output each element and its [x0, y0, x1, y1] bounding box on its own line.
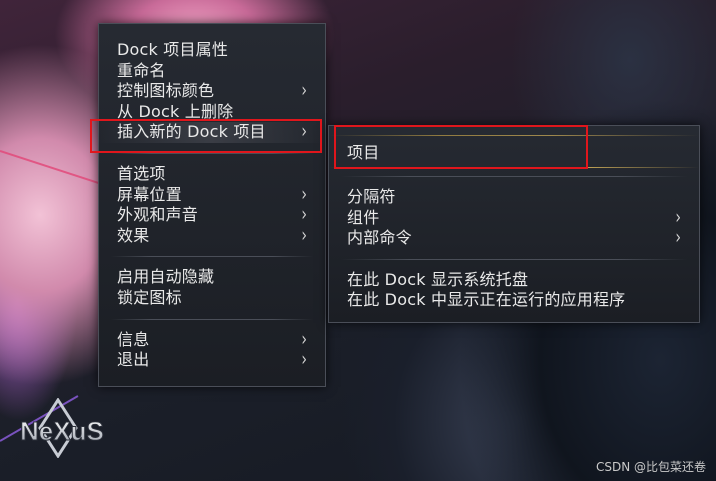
nexus-logo: NeXuS — [20, 398, 104, 458]
submenu-item-4[interactable]: 在此 Dock 显示系统托盘 — [329, 270, 699, 291]
context-menu-item-12[interactable]: 退出 › — [99, 349, 325, 371]
context-menu-item-11[interactable]: 信息 › — [99, 328, 325, 350]
nexus-logo-text: NeXuS — [20, 416, 104, 446]
context-menu-item-5[interactable]: 首选项 — [99, 164, 325, 185]
context-menu-item-label: 信息 — [117, 329, 150, 349]
context-menu-item-label: 效果 — [117, 225, 150, 245]
submenu-item-1[interactable]: 分隔符 — [329, 187, 699, 208]
context-menu-item-label: 从 Dock 上删除 — [117, 101, 234, 121]
context-menu-item-10[interactable]: 锁定图标 — [99, 288, 325, 309]
submenu-item-3[interactable]: 内部命令 › — [329, 227, 699, 249]
submenu-item-label: 组件 — [347, 207, 380, 227]
submenu-item-5[interactable]: 在此 Dock 中显示正在运行的应用程序 — [329, 290, 699, 311]
context-menu-item-label: 外观和声音 — [117, 205, 199, 225]
highlight-annotation-item — [334, 125, 588, 169]
context-menu-item-label: Dock 项目属性 — [117, 40, 229, 59]
menu-separator — [341, 176, 687, 177]
submenu-item-label: 在此 Dock 显示系统托盘 — [347, 269, 529, 289]
context-menu-item-label: 屏幕位置 — [117, 184, 182, 204]
chevron-right-icon: › — [301, 348, 307, 372]
context-menu-item-label: 重命名 — [117, 60, 166, 80]
context-menu-item-7[interactable]: 外观和声音 › — [99, 204, 325, 226]
menu-separator — [111, 318, 313, 320]
context-menu-item-label: 首选项 — [117, 163, 166, 183]
menu-separator — [111, 152, 313, 154]
context-menu-item-0[interactable]: Dock 项目属性 — [99, 40, 325, 61]
submenu-item-label: 内部命令 — [347, 228, 412, 248]
context-menu-item-label: 启用自动隐藏 — [117, 267, 215, 287]
submenu-item-label: 在此 Dock 中显示正在运行的应用程序 — [347, 290, 626, 310]
highlight-annotation-insert — [90, 119, 322, 153]
context-menu: Dock 项目属性 重命名 控制图标颜色 › 从 Dock 上删除 插入新的 Dock 项… — [98, 23, 326, 387]
context-menu-item-label: 退出 — [117, 350, 150, 370]
chevron-right-icon: › — [301, 224, 307, 247]
context-menu-item-9[interactable]: 启用自动隐藏 — [99, 267, 325, 288]
context-menu-item-8[interactable]: 效果 › — [99, 225, 325, 247]
watermark: CSDN @比包菜还卷 — [595, 460, 706, 474]
submenu-item-label: 分隔符 — [347, 187, 396, 206]
context-menu-item-1[interactable]: 重命名 — [99, 61, 325, 82]
context-menu-item-label: 控制图标颜色 — [117, 81, 215, 101]
menu-separator — [341, 258, 687, 260]
chevron-right-icon: › — [675, 226, 681, 250]
submenu-item-2[interactable]: 组件 › — [329, 206, 699, 228]
menu-separator — [111, 256, 313, 258]
context-menu-item-label: 锁定图标 — [117, 287, 182, 307]
context-menu-item-6[interactable]: 屏幕位置 › — [99, 183, 325, 205]
context-menu-item-2[interactable]: 控制图标颜色 › — [99, 80, 325, 102]
